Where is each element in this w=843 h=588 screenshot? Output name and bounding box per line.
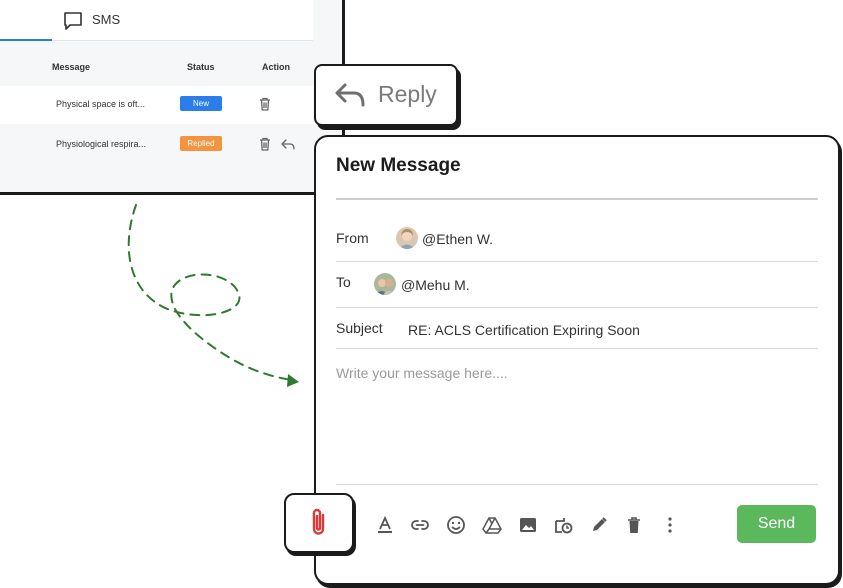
image-icon[interactable] bbox=[518, 515, 538, 535]
avatar bbox=[374, 273, 396, 295]
drive-icon[interactable] bbox=[482, 515, 502, 535]
message-body-input[interactable] bbox=[334, 363, 822, 485]
from-value[interactable]: @Ethen W. bbox=[422, 231, 493, 247]
subject-field[interactable]: RE: ACLS Certification Expiring Soon bbox=[408, 322, 640, 338]
send-button[interactable]: Send bbox=[737, 505, 816, 543]
title-divider bbox=[336, 198, 818, 200]
font-color-icon[interactable] bbox=[375, 515, 395, 535]
toolbar-divider bbox=[336, 484, 818, 485]
reply-label: Reply bbox=[378, 81, 437, 107]
schedule-icon[interactable] bbox=[553, 515, 573, 535]
reply-arrow-icon bbox=[335, 83, 365, 107]
new-message-dialog: New Message From @Ethen W. To @Mehu M. S… bbox=[314, 135, 840, 585]
link-icon[interactable] bbox=[410, 515, 430, 535]
field-divider bbox=[336, 348, 818, 349]
field-divider bbox=[336, 261, 818, 262]
reply-button[interactable]: Reply bbox=[314, 64, 458, 126]
to-value[interactable]: @Mehu M. bbox=[401, 277, 470, 293]
avatar bbox=[396, 227, 418, 249]
to-label: To bbox=[336, 274, 351, 290]
emoji-icon[interactable] bbox=[446, 515, 466, 535]
more-icon[interactable] bbox=[660, 515, 680, 535]
from-label: From bbox=[336, 230, 369, 246]
pen-icon[interactable] bbox=[589, 515, 609, 535]
subject-label: Subject bbox=[336, 320, 383, 336]
field-divider bbox=[336, 307, 818, 308]
paperclip-icon bbox=[312, 508, 325, 535]
attach-button[interactable] bbox=[284, 493, 354, 553]
delete-icon[interactable] bbox=[624, 515, 644, 535]
dialog-title: New Message bbox=[336, 155, 461, 176]
